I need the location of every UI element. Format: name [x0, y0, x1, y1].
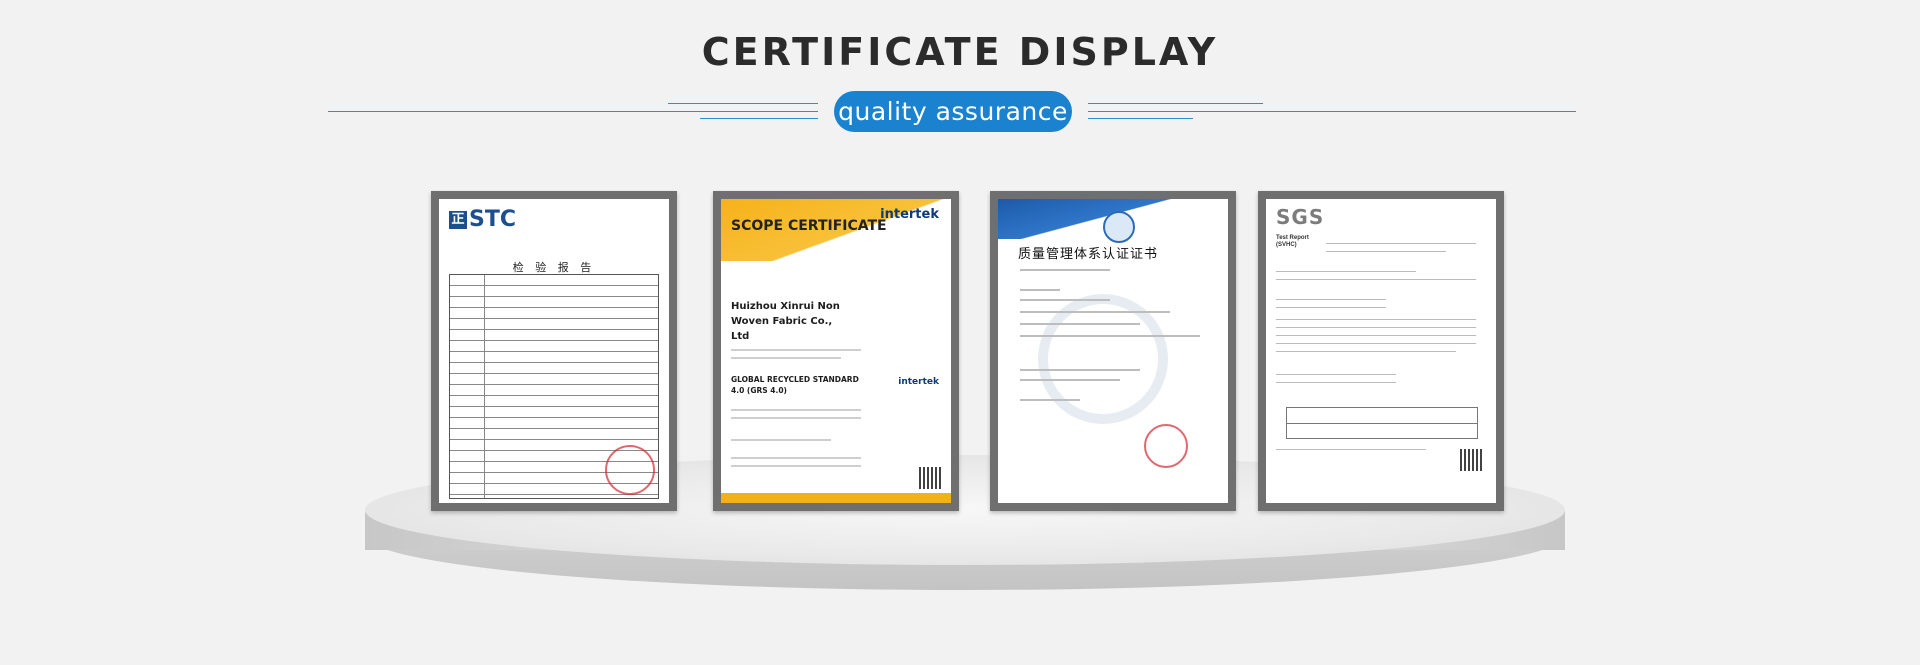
text-line	[1276, 449, 1426, 450]
text-line	[1020, 311, 1170, 313]
text-line	[731, 465, 861, 467]
text-line	[1276, 327, 1476, 328]
sgs-report-paper: SGS Test Report (SVHC)	[1266, 199, 1496, 503]
intertek-certificate-paper: SCOPE CERTIFICATE intertek Huizhou Xinru…	[721, 199, 951, 503]
stc-logo-text: STC	[469, 207, 516, 232]
stc-certificate-paper: 正 STC 检 验 报 告	[439, 199, 669, 503]
text-line	[731, 457, 861, 459]
text-line	[1020, 399, 1080, 401]
text-line	[1020, 289, 1060, 291]
divider-left-accent-2	[700, 118, 818, 119]
intertek-logo: intertek	[880, 207, 939, 222]
divider-right-accent	[1088, 103, 1263, 104]
text-line	[731, 417, 861, 419]
watermark-emblem-icon	[1038, 294, 1168, 424]
text-line	[1020, 323, 1140, 325]
red-seal-icon	[1144, 424, 1188, 468]
text-line	[1020, 299, 1110, 301]
quality-certificate-paper: 质量管理体系认证证书	[998, 199, 1228, 503]
divider-left-accent	[668, 103, 818, 104]
text-line	[1276, 343, 1476, 344]
text-line	[731, 357, 841, 359]
text-line	[1276, 351, 1456, 352]
sgs-logo: SGS	[1276, 205, 1325, 229]
text-line	[1276, 307, 1386, 308]
text-line	[1276, 374, 1396, 375]
stc-logo: 正 STC	[449, 207, 516, 232]
certificate-frame-intertek[interactable]: SCOPE CERTIFICATE intertek Huizhou Xinru…	[713, 191, 959, 511]
qr-code-icon	[1460, 449, 1482, 471]
text-line	[1326, 243, 1476, 244]
text-line	[1020, 369, 1140, 371]
certificate-frame-stc[interactable]: 正 STC 检 验 报 告	[431, 191, 677, 511]
certificate-frame-sgs[interactable]: SGS Test Report (SVHC)	[1258, 191, 1504, 511]
quality-cert-title: 质量管理体系认证证书	[1018, 247, 1159, 262]
text-line	[731, 439, 831, 441]
quality-assurance-badge: quality assurance	[834, 91, 1072, 132]
divider-right	[1088, 111, 1576, 112]
divider-left	[328, 111, 818, 112]
text-line	[731, 349, 861, 351]
page-title: CERTIFICATE DISPLAY	[701, 30, 1219, 74]
text-line	[1276, 382, 1396, 383]
text-line	[1276, 299, 1386, 300]
text-line	[1276, 279, 1476, 280]
text-line	[1020, 269, 1110, 271]
sgs-report-subtitle: Test Report (SVHC)	[1276, 235, 1309, 248]
divider-right-accent-2	[1088, 118, 1193, 119]
intertek-small-logo: intertek	[898, 377, 939, 387]
text-line	[1020, 379, 1120, 381]
intertek-footer-band	[721, 493, 951, 503]
text-line	[1276, 319, 1476, 320]
qr-code-icon	[919, 467, 941, 489]
stc-report-title: 检 验 报 告	[512, 261, 596, 274]
intertek-standard: GLOBAL RECYCLED STANDARD 4.0 (GRS 4.0)	[731, 375, 859, 395]
text-line	[1276, 335, 1476, 336]
intertek-company-name: Huizhou Xinrui Non Woven Fabric Co., Ltd	[731, 301, 840, 342]
text-line	[1326, 251, 1446, 252]
text-line	[1276, 271, 1416, 272]
stc-logo-mark: 正	[449, 211, 467, 229]
stc-red-seal	[605, 445, 655, 495]
certificate-frame-quality-management[interactable]: 质量管理体系认证证书	[990, 191, 1236, 511]
text-line	[1020, 335, 1200, 337]
certification-emblem-icon	[1103, 211, 1135, 243]
intertek-heading: SCOPE CERTIFICATE	[731, 218, 887, 234]
sgs-results-table	[1286, 407, 1478, 439]
text-line	[731, 409, 861, 411]
